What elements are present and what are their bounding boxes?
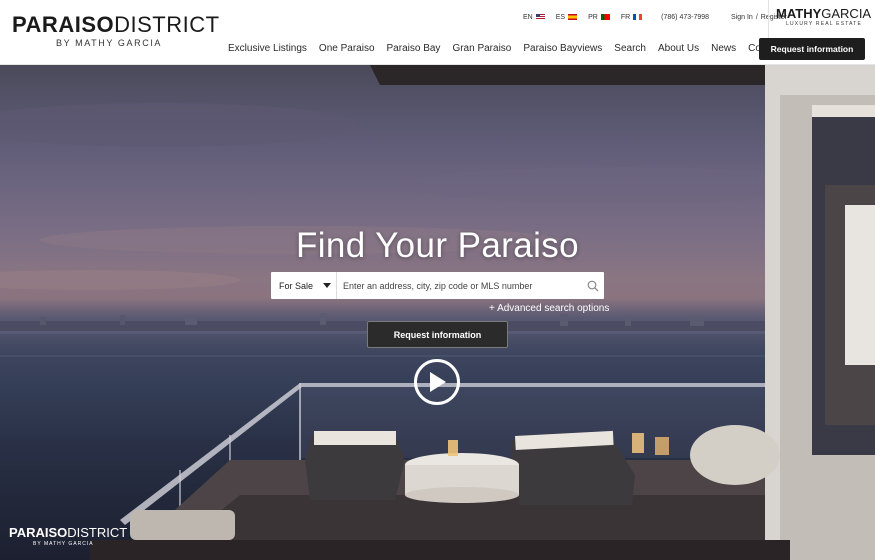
nav-one-paraiso[interactable]: One Paraiso <box>319 43 375 55</box>
nav-about-us[interactable]: About Us <box>658 43 699 55</box>
listing-type-select[interactable]: For Sale <box>271 272 337 299</box>
nav-search[interactable]: Search <box>614 43 646 55</box>
pt-flag-icon <box>600 14 610 20</box>
logo-wordmark: PARAISODISTRICT <box>12 12 220 37</box>
nav-exclusive-listings[interactable]: Exclusive Listings <box>228 43 307 55</box>
partner-logo[interactable]: MATHYGARCIA LUXURY REAL ESTATE <box>768 0 875 40</box>
lang-es[interactable]: ES <box>556 14 578 21</box>
hero-title: Find Your Paraiso <box>295 226 580 265</box>
sign-in-link[interactable]: Sign In <box>731 14 753 21</box>
listing-type-value: For Sale <box>279 280 314 291</box>
lang-pr[interactable]: PR <box>588 14 610 21</box>
search-icon[interactable] <box>582 272 604 299</box>
site-logo[interactable]: PARAISODISTRICT BY MATHY GARCIA <box>12 12 220 49</box>
partner-tagline: LUXURY REAL ESTATE <box>786 21 863 27</box>
fr-flag-icon <box>633 14 643 20</box>
hero-logo: PARAISODISTRICT BY MATHY GARCIA <box>9 525 128 548</box>
main-nav: Exclusive Listings One Paraiso Paraiso B… <box>228 43 798 55</box>
advanced-search-link[interactable]: + Advanced search options <box>489 303 609 314</box>
lang-fr[interactable]: FR <box>621 14 643 21</box>
auth-separator: / <box>755 13 758 21</box>
nav-paraiso-bay[interactable]: Paraiso Bay <box>387 43 441 55</box>
us-flag-icon <box>535 14 545 20</box>
header-request-info-button[interactable]: Request information <box>759 38 865 60</box>
nav-paraiso-bayviews[interactable]: Paraiso Bayviews <box>523 43 602 55</box>
partner-wordmark: MATHYGARCIA <box>776 6 872 21</box>
play-video-button[interactable] <box>414 359 460 405</box>
site-header: PARAISODISTRICT BY MATHY GARCIA EN ES PR… <box>0 0 875 65</box>
top-utility-bar: EN ES PR FR (786) 473-7998 Sign In / Reg… <box>523 12 787 22</box>
es-flag-icon <box>568 14 578 20</box>
hero-logo-tagline: BY MATHY GARCIA <box>33 541 94 547</box>
caret-down-icon <box>323 283 331 288</box>
phone-link[interactable]: (786) 473-7998 <box>661 14 709 21</box>
nav-news[interactable]: News <box>711 43 736 55</box>
property-search-bar: For Sale <box>271 272 604 299</box>
play-icon <box>430 372 446 392</box>
lang-en[interactable]: EN <box>523 14 545 21</box>
hero-background-image <box>0 65 875 560</box>
search-input[interactable] <box>337 272 582 299</box>
hero-request-info-button[interactable]: Request information <box>367 321 508 348</box>
hero-logo-wordmark: PARAISODISTRICT <box>9 525 128 540</box>
nav-gran-paraiso[interactable]: Gran Paraiso <box>452 43 511 55</box>
magnifier-glyph <box>587 280 599 291</box>
hero-section: Find Your Paraiso For Sale + Advanced se… <box>0 65 875 560</box>
logo-tagline: BY MATHY GARCIA <box>56 38 163 48</box>
